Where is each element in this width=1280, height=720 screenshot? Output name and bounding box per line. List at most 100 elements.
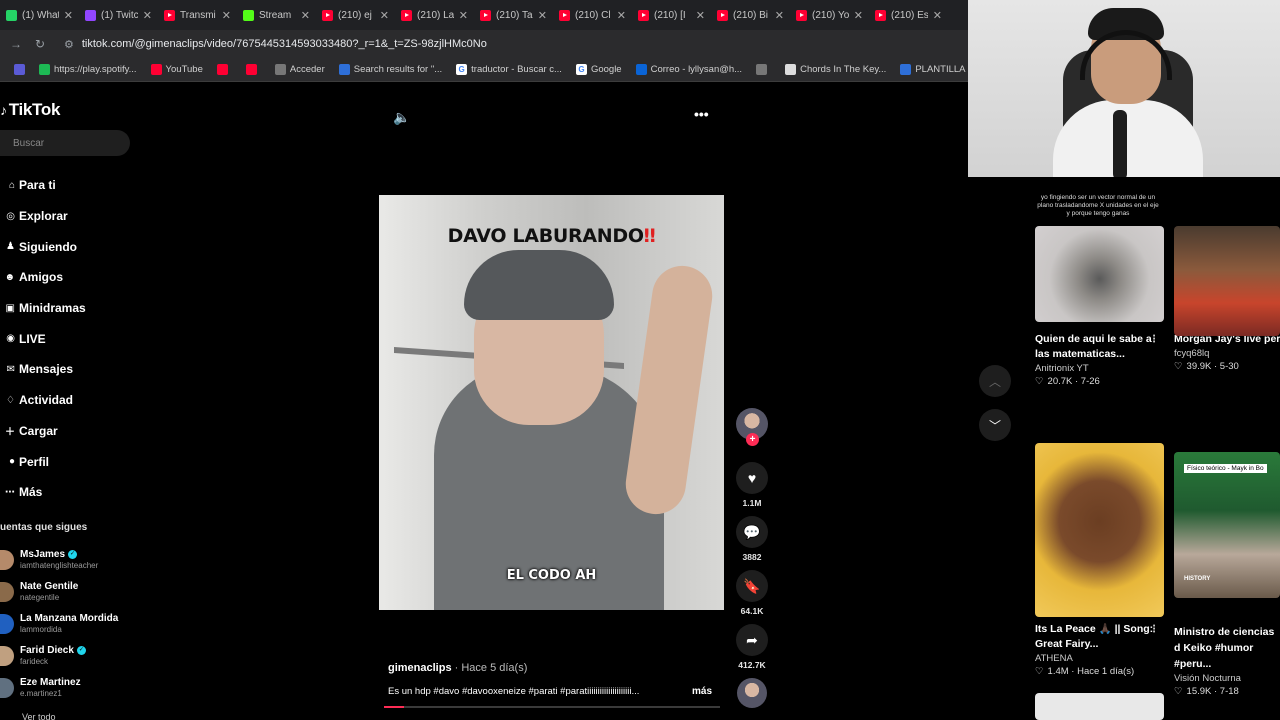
close-tab-icon[interactable]: ✕ <box>933 9 942 22</box>
save-button[interactable]: 🔖 64.1K <box>736 570 768 616</box>
close-tab-icon[interactable]: ✕ <box>301 9 310 22</box>
video-player[interactable]: DAVO LABURANDO‼ EL CODO AH <box>379 195 724 610</box>
like-count-icon: ♡ <box>1174 361 1183 372</box>
creator-avatar[interactable]: + <box>736 408 768 446</box>
bookmark-item[interactable]: PLANTILLA PARA C... <box>900 64 968 75</box>
browser-tab[interactable]: Transmi ✕ <box>158 0 237 30</box>
sidebar-item-actividad[interactable]: ♢ Actividad <box>0 385 86 416</box>
browser-tab[interactable]: (1) Twitc ✕ <box>79 0 158 30</box>
bookmark-item[interactable]: https://play.spotify... <box>39 64 137 75</box>
close-tab-icon[interactable]: ✕ <box>143 9 152 22</box>
rec-thumbnail-partial[interactable] <box>1035 693 1164 720</box>
reload-icon[interactable]: ↻ <box>28 37 52 51</box>
following-account[interactable]: Nate Gentile nategentile <box>0 576 118 608</box>
rec-card-3[interactable]: Its La Peace 🙏🏿 || Song: Great Fairy... ⋮… <box>1035 443 1164 677</box>
browser-tab[interactable]: (210) Es ✕ <box>869 0 948 30</box>
youtube-icon <box>322 9 333 21</box>
browser-tab[interactable]: (210) ej ✕ <box>316 0 395 30</box>
share-icon: ➦ <box>736 624 768 656</box>
forward-icon[interactable]: → <box>4 37 28 51</box>
sidebar-item-siguiendo[interactable]: ♟ Siguiendo <box>0 231 86 262</box>
post-description: Es un hdp #davo #davooxeneize #parati #p… <box>388 686 640 697</box>
next-video-button[interactable]: ﹀ <box>979 409 1011 441</box>
sidebar-item-live[interactable]: ◉ LIVE <box>0 323 86 354</box>
comment-icon: 💬 <box>736 516 768 548</box>
close-tab-icon[interactable]: ✕ <box>459 9 468 22</box>
bookmark-item[interactable]: Search results for "... <box>338 64 442 75</box>
browser-tab[interactable]: (210) Ta ✕ <box>474 0 553 30</box>
bookmark-icon <box>900 64 912 75</box>
share-button[interactable]: ➦ 412.7K <box>736 624 768 670</box>
close-tab-icon[interactable]: ✕ <box>696 9 705 22</box>
browser-tab[interactable]: (1) What ✕ <box>0 0 79 30</box>
rec-thumbnail[interactable] <box>1035 226 1164 322</box>
sidebar-item-explorar[interactable]: ◎ Explorar <box>0 201 86 232</box>
following-account[interactable]: Farid Dieck ✓ farideck <box>0 640 118 672</box>
follow-plus-icon[interactable]: + <box>746 433 759 446</box>
sidebar-item-cargar[interactable]: ＋ Cargar <box>0 416 86 447</box>
site-info-icon[interactable]: ⚙ <box>64 38 74 51</box>
bookmark-item[interactable]: Acceder <box>274 64 325 75</box>
tiktok-logo[interactable]: ♪ TikTok <box>0 100 60 120</box>
close-tab-icon[interactable]: ✕ <box>854 9 863 22</box>
bookmark-item[interactable] <box>756 64 771 75</box>
see-more-button[interactable]: más <box>692 686 712 697</box>
sidebar-item-minidramas[interactable]: ▣ Minidramas <box>0 293 86 324</box>
avatar <box>0 582 14 602</box>
url-field[interactable]: ⚙ tiktok.com/@gimenaclips/video/76754453… <box>64 38 487 51</box>
like-button[interactable]: ♥ 1.1M <box>736 462 768 508</box>
bookmark-icon <box>216 64 228 75</box>
bookmark-item[interactable] <box>245 64 261 75</box>
browser-tab[interactable]: Stream ✕ <box>237 0 316 30</box>
sidebar-item-para-ti[interactable]: ⌂ Para ti <box>0 170 86 201</box>
apps-icon[interactable] <box>14 64 25 75</box>
bookmark-item[interactable]: G Google <box>575 64 622 75</box>
search-input[interactable]: Buscar <box>0 130 130 156</box>
sidebar-item-mensajes[interactable]: ✉ Mensajes <box>0 354 86 385</box>
close-tab-icon[interactable]: ✕ <box>775 9 784 22</box>
webcam-overlay <box>968 0 1280 177</box>
rec-card-1[interactable]: Quien de aqui le sabe a las matematicas.… <box>1035 226 1164 387</box>
following-account[interactable]: MsJames ✓ iamthatenglishteacher <box>0 544 118 576</box>
browser-tab[interactable]: (210) Bi ✕ <box>711 0 790 30</box>
close-tab-icon[interactable]: ✕ <box>380 9 389 22</box>
close-tab-icon[interactable]: ✕ <box>64 9 73 22</box>
video-caption-bottom: EL CODO AH <box>506 568 597 583</box>
following-account[interactable]: La Manzana Mordida lammordida <box>0 608 118 640</box>
activity-icon: ♢ <box>6 394 15 406</box>
browser-tab[interactable]: (210) Cl ✕ <box>553 0 632 30</box>
rec-more-icon[interactable]: ⋮ <box>1149 622 1159 637</box>
rec-thumbnail[interactable] <box>1174 226 1280 336</box>
more-icon: ⋯ <box>5 486 15 498</box>
close-tab-icon[interactable]: ✕ <box>617 9 626 22</box>
music-avatar[interactable] <box>737 678 767 708</box>
comment-button[interactable]: 💬 3882 <box>736 516 768 562</box>
post-username[interactable]: gimenaclips · Hace 5 día(s) <box>388 662 527 674</box>
rec-thumbnail[interactable]: Físico teórico - Mayk in Bo HISTORY <box>1174 452 1280 598</box>
browser-tab[interactable]: (210) [I ✕ <box>632 0 711 30</box>
rec-card-4[interactable]: Físico teórico - Mayk in Bo HISTORY Mini… <box>1174 452 1280 697</box>
browser-tab-bar: (1) What ✕ (1) Twitc ✕ Transmi ✕ Stream ✕ (210) … <box>0 0 968 30</box>
following-account[interactable]: Eze Martinez e.martinez1 <box>0 672 118 704</box>
close-tab-icon[interactable]: ✕ <box>222 9 231 22</box>
more-options-icon[interactable]: ••• <box>694 106 709 122</box>
rec-more-icon[interactable]: ⋮ <box>1149 332 1159 347</box>
bookmark-item[interactable]: Correo - lyllysan@h... <box>635 64 742 75</box>
sidebar-item-amigos[interactable]: ☻ Amigos <box>0 262 86 293</box>
rec-thumbnail[interactable] <box>1035 443 1164 617</box>
youtube-icon <box>480 9 491 21</box>
browser-tab[interactable]: (210) Yo ✕ <box>790 0 869 30</box>
browser-tab[interactable]: (210) La ✕ <box>395 0 474 30</box>
video-progress-bar[interactable] <box>384 706 720 708</box>
bookmark-item[interactable]: Chords In The Key... <box>785 64 886 75</box>
bookmark-item[interactable] <box>216 64 232 75</box>
sidebar-item-perfil[interactable]: ● Perfil <box>0 446 86 477</box>
rec-card-2[interactable]: Morgan Jay's live performance.#fyp... fc… <box>1174 226 1280 372</box>
bookmark-item[interactable]: YouTube <box>150 64 203 75</box>
see-all-link[interactable]: Ver todo <box>22 712 56 720</box>
bookmark-item[interactable]: Gtraductor - Buscar c... <box>456 64 562 75</box>
sidebar-item-m-s[interactable]: ⋯ Más <box>0 477 86 508</box>
volume-icon[interactable]: 🔈 <box>393 109 410 126</box>
close-tab-icon[interactable]: ✕ <box>538 9 547 22</box>
previous-video-button[interactable]: ︿ <box>979 365 1011 397</box>
